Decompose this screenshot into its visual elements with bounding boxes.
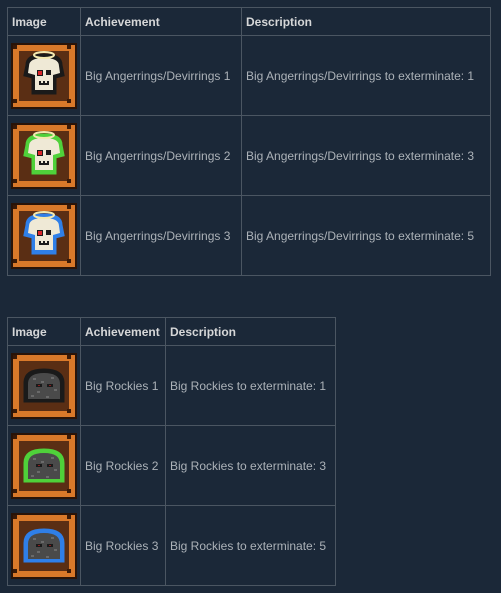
- achievement-name: Big Angerrings/Devirrings 3: [80, 195, 242, 276]
- header-achievement: Achievement: [80, 317, 166, 346]
- angerring-plain-icon: [11, 42, 80, 109]
- header-description: Description: [165, 317, 336, 346]
- image-cell: [7, 195, 81, 276]
- achievement-description: Big Rockies to exterminate: 1: [165, 345, 336, 426]
- achievements-table-rockies: Image Achievement Description Big Rockie…: [7, 317, 336, 586]
- achievement-name: Big Angerrings/Devirrings 1: [80, 35, 242, 116]
- achievement-description: Big Angerrings/Devirrings to exterminate…: [241, 35, 491, 116]
- image-cell: [7, 115, 81, 196]
- table-row: Big Angerrings/Devirrings 1 Big Angerrin…: [7, 35, 491, 116]
- achievement-name: Big Angerrings/Devirrings 2: [80, 115, 242, 196]
- table-row: Big Rockies 3 Big Rockies to exterminate…: [7, 505, 336, 586]
- angerring-blue-icon: [11, 202, 80, 269]
- achievement-description: Big Angerrings/Devirrings to exterminate…: [241, 115, 491, 196]
- achievement-name: Big Rockies 2: [80, 425, 166, 506]
- achievement-description: Big Rockies to exterminate: 3: [165, 425, 336, 506]
- achievement-description: Big Angerrings/Devirrings to exterminate…: [241, 195, 491, 276]
- achievements-table-angerrings: Image Achievement Description Big Angerr…: [7, 7, 491, 276]
- achievement-name: Big Rockies 1: [80, 345, 166, 426]
- table-row: Big Rockies 2 Big Rockies to exterminate…: [7, 425, 336, 506]
- image-cell: [7, 345, 81, 426]
- header-achievement: Achievement: [80, 7, 242, 36]
- table-header-row: Image Achievement Description: [7, 317, 336, 346]
- header-image: Image: [7, 7, 81, 36]
- rocky-blue-icon: [11, 512, 80, 579]
- image-cell: [7, 505, 81, 586]
- rocky-plain-icon: [11, 352, 80, 419]
- table-row: Big Angerrings/Devirrings 2 Big Angerrin…: [7, 115, 491, 196]
- table-row: Big Angerrings/Devirrings 3 Big Angerrin…: [7, 195, 491, 276]
- image-cell: [7, 425, 81, 506]
- header-description: Description: [241, 7, 491, 36]
- rocky-green-icon: [11, 432, 80, 499]
- achievement-description: Big Rockies to exterminate: 5: [165, 505, 336, 586]
- table-row: Big Rockies 1 Big Rockies to exterminate…: [7, 345, 336, 426]
- angerring-green-icon: [11, 122, 80, 189]
- achievement-name: Big Rockies 3: [80, 505, 166, 586]
- table-header-row: Image Achievement Description: [7, 7, 491, 36]
- header-image: Image: [7, 317, 81, 346]
- image-cell: [7, 35, 81, 116]
